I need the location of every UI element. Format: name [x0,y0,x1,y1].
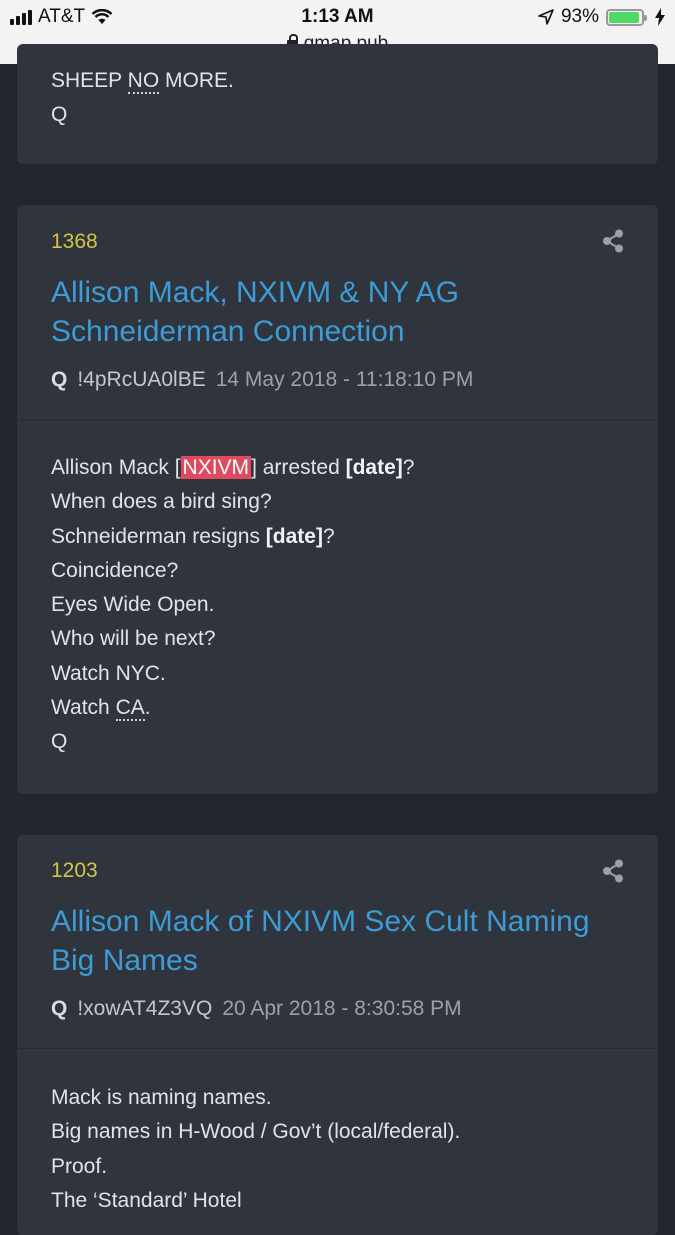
body-line: Big names in H-Wood / Gov’t (local/feder… [51,1120,461,1144]
location-arrow-icon [538,9,554,25]
share-icon[interactable] [602,859,624,883]
author: Q [51,997,68,1020]
body-line: The ‘Standard’ Hotel [51,1188,242,1212]
post-number[interactable]: 1203 [51,859,98,883]
body-line: Proof. [51,1154,108,1178]
post-body: Allison Mack [NXIVM] arrested [date]? Wh… [17,451,448,760]
post-date: 14 May 2018 - 11:18:10 PM [215,368,474,391]
body-line: Schneiderman resigns [date]? [51,524,335,548]
post-number[interactable]: 1368 [51,230,98,254]
body-line: SHEEP NO MORE. [51,69,234,94]
tripcode: !xowAT4Z3VQ [77,997,213,1020]
body-line: Allison Mack [NXIVM] arrested [date]? [51,456,415,479]
status-right: 93% [538,6,665,28]
post-title-link[interactable]: Allison Mack, NXIVM & NY AG Schneiderman… [51,273,459,351]
post-meta: Q !xowAT4Z3VQ 20 Apr 2018 - 8:30:58 PM [51,997,462,1021]
share-icon[interactable] [602,229,624,253]
battery-icon [606,8,647,26]
post-meta: Q !4pRcUA0lBE 14 May 2018 - 11:18:10 PM [51,368,473,392]
battery-percent: 93% [560,6,599,27]
post-card: 1368 Allison Mack, NXIVM & NY AG Schneid… [17,205,658,794]
body-line: Who will be next? [51,627,216,651]
post-card-previous: SHEEP NO MORE. Q [17,44,658,164]
divider [17,1048,658,1049]
post-body: Mack is naming names. Big names in H-Woo… [17,1081,494,1218]
post-card: 1203 Allison Mack of NXIVM Sex Cult Nami… [17,835,658,1235]
body-line: When does a bird sing? [51,490,272,514]
abbreviation[interactable]: CA [115,696,145,722]
charging-bolt-icon [655,8,665,26]
search-highlight: NXIVM [180,456,252,479]
post-date: 20 Apr 2018 - 8:30:58 PM [222,997,462,1020]
abbreviation[interactable]: NO [127,69,160,94]
post-title-link[interactable]: Allison Mack of NXIVM Sex Cult Naming Bi… [51,902,590,980]
body-line: Coincidence? [51,558,179,582]
signature: Q [51,730,68,754]
body-line: Watch NYC. [51,661,166,685]
divider [17,419,658,420]
tripcode: !4pRcUA0lBE [77,368,206,391]
body-line: Watch CA. [51,696,151,722]
signature: Q [51,103,68,127]
author: Q [51,368,68,391]
body-line: Mack is naming names. [51,1086,272,1109]
body-line: Eyes Wide Open. [51,593,215,617]
